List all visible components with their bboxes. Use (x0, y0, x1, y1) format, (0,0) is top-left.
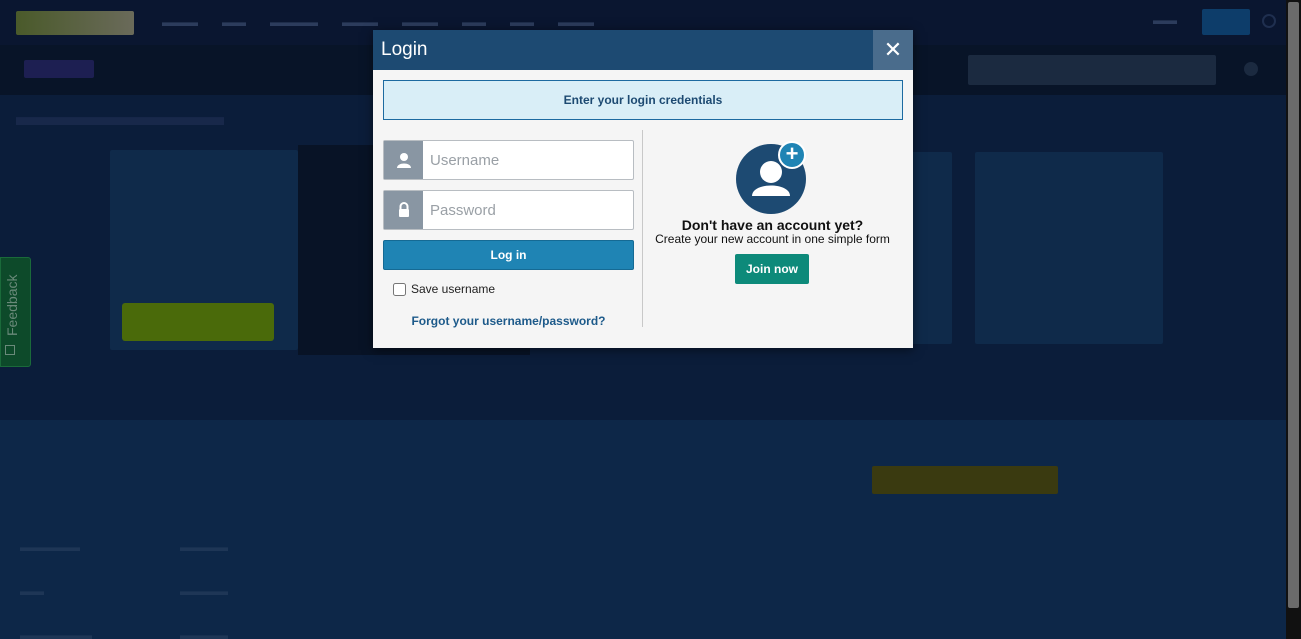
search-icon (1262, 14, 1276, 28)
top-login-link: ▬▬ (1153, 13, 1177, 27)
plus-icon: + (778, 141, 806, 169)
user-icon (384, 141, 423, 179)
top-join-button (1202, 9, 1250, 35)
notice-text: Enter your login credentials (563, 93, 723, 107)
lock-icon (384, 191, 423, 229)
footer-links: ▬▬▬▬▬ ▬▬▬▬ ▬▬ ▬▬▬▬ ▬▬▬▬▬▬ ▬▬▬▬ (20, 540, 340, 639)
forgot-credentials-link[interactable]: Forgot your username/password? (373, 314, 644, 328)
scrollbar-thumb[interactable] (1288, 2, 1299, 608)
modal-title: Login (381, 39, 428, 60)
footer-link: ▬▬▬▬▬▬ (20, 628, 92, 639)
save-username-checkbox[interactable] (393, 282, 406, 296)
username-field[interactable] (383, 140, 634, 180)
nav-link: ▬▬▬ (558, 15, 594, 29)
nav-link: ▬▬ (510, 15, 534, 29)
site-logo (16, 11, 134, 35)
nav-link: ▬▬▬ (342, 15, 378, 29)
nav-link: ▬▬▬ (162, 15, 198, 29)
no-account-heading: Don't have an account yet? (681, 217, 864, 233)
footer-banner (872, 466, 1058, 494)
footer-link: ▬▬▬▬ (180, 628, 228, 639)
password-field[interactable] (383, 190, 634, 230)
save-username-label: Save username (411, 282, 496, 296)
close-icon: ✕ (883, 37, 903, 62)
nav-link: ▬▬▬▬ (270, 15, 318, 29)
join-now-button[interactable]: Join now (735, 254, 809, 284)
game-search-field (968, 55, 1216, 85)
footer-link: ▬▬ (20, 584, 44, 598)
create-account-text: Create your new account in one simple fo… (655, 232, 890, 246)
settings-icon (1244, 62, 1258, 76)
nav-link: ▬▬ (222, 15, 246, 29)
game-card (975, 152, 1163, 344)
login-modal: Login ✕ Enter your login credentials Log… (373, 30, 913, 348)
password-input[interactable] (424, 191, 633, 229)
play-now-button (122, 303, 274, 341)
footer-link: ▬▬▬▬▬ (20, 540, 80, 554)
nav-link: ▬▬▬ (402, 15, 438, 29)
footer-link: ▬▬▬▬ (180, 584, 228, 598)
section-logo (24, 60, 94, 78)
top-nav-links: ▬▬▬ ▬▬ ▬▬▬▬ ▬▬▬ ▬▬▬ ▬▬ ▬▬ ▬▬▬ (162, 15, 594, 29)
feedback-icon (5, 345, 15, 355)
feedback-label[interactable]: Feedback (4, 270, 24, 340)
save-username-row[interactable]: Save username (393, 282, 495, 296)
footer-link: ▬▬▬▬ (180, 540, 228, 554)
results-heading: ▬▬▬▬▬▬▬▬ (16, 101, 224, 131)
close-button[interactable]: ✕ (873, 30, 913, 70)
login-notice: Enter your login credentials (383, 80, 903, 120)
nav-link: ▬▬ (462, 15, 486, 29)
modal-header: Login ✕ (373, 30, 913, 70)
login-button[interactable]: Log in (383, 240, 634, 270)
username-input[interactable] (424, 141, 633, 179)
